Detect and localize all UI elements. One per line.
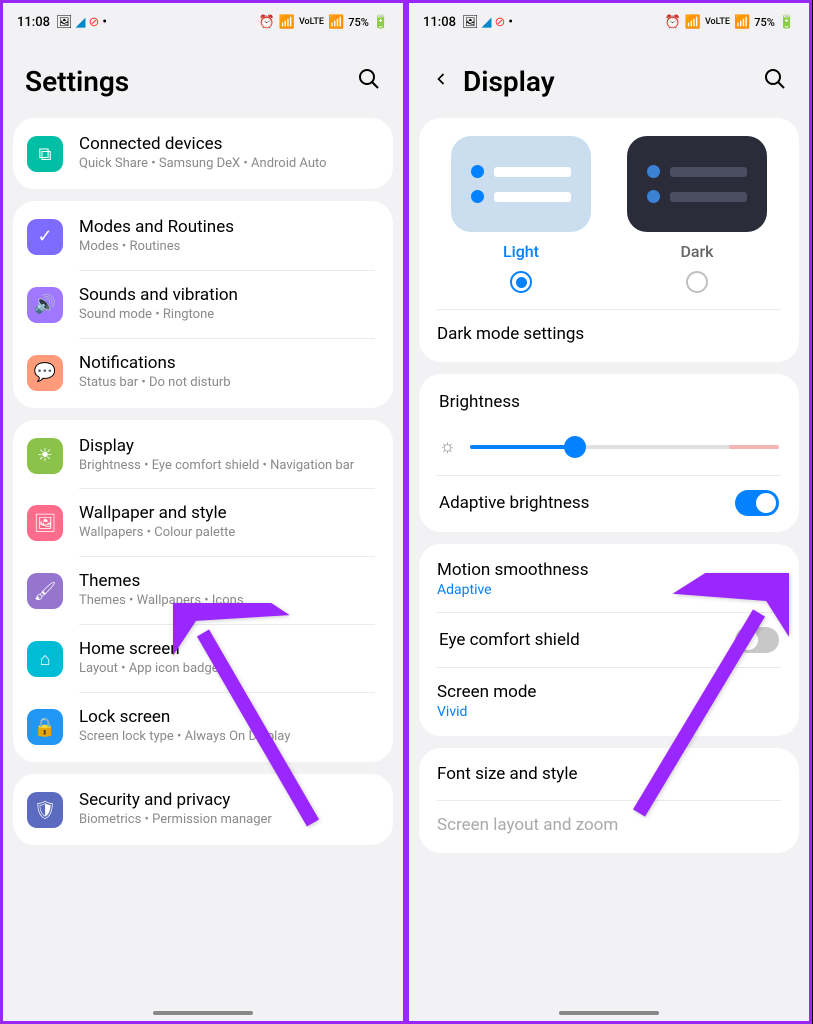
slider-thumb[interactable] <box>564 436 586 458</box>
brightness-slider[interactable] <box>470 445 780 449</box>
status-app-icons: 🖼 ◢ ⊘ • <box>462 15 513 30</box>
item-eye-comfort[interactable]: Eye comfort shield <box>419 613 799 667</box>
item-sounds[interactable]: 🔊 Sounds and vibration Sound mode • Ring… <box>13 271 393 338</box>
status-time: 11:08 <box>17 15 50 30</box>
security-icon: 🛡 <box>27 792 63 828</box>
settings-header: Settings <box>3 35 403 118</box>
item-security[interactable]: 🛡 Security and privacy Biometrics • Perm… <box>13 776 393 843</box>
notifications-icon: 💬 <box>27 355 63 391</box>
status-bar: 11:08 🖼 ◢ ⊘ • ⏰ 📶 VoLTE 📶 75% 🔋 <box>3 3 403 35</box>
battery-icon: 🔋 <box>779 15 795 30</box>
item-wallpaper[interactable]: 🖼 Wallpaper and style Wallpapers • Colou… <box>13 489 393 556</box>
item-motion-smoothness[interactable]: Motion smoothness Adaptive <box>419 546 799 612</box>
sun-icon: ☼ <box>439 436 456 457</box>
brightness-card: Brightness ☼ Adaptive brightness <box>419 374 799 532</box>
status-bar: 11:08 🖼 ◢ ⊘ • ⏰ 📶 VoLTE 📶 75% 🔋 <box>409 3 809 35</box>
nav-handle[interactable] <box>153 1011 253 1015</box>
item-modes-routines[interactable]: ✓ Modes and Routines Modes • Routines <box>13 203 393 270</box>
motion-card: Motion smoothness Adaptive Eye comfort s… <box>419 544 799 736</box>
settings-group-3: ☀ Display Brightness • Eye comfort shiel… <box>13 420 393 762</box>
item-lock-screen[interactable]: 🔒 Lock screen Screen lock type • Always … <box>13 693 393 760</box>
display-header: Display <box>409 35 809 118</box>
theme-card: Light Dark Dark mode settings <box>419 118 799 362</box>
wallpaper-icon: 🖼 <box>27 505 63 541</box>
radio-light[interactable] <box>510 271 532 293</box>
alarm-icon: ⏰ <box>259 15 275 30</box>
status-app-icons: 🖼 ◢ ⊘ • <box>56 15 107 30</box>
connected-devices-icon: ⧉ <box>27 136 63 172</box>
item-screen-mode[interactable]: Screen mode Vivid <box>419 668 799 734</box>
status-left: 11:08 🖼 ◢ ⊘ • <box>17 15 107 30</box>
radio-dark[interactable] <box>686 271 708 293</box>
eye-comfort-switch[interactable] <box>735 627 779 653</box>
modes-icon: ✓ <box>27 219 63 255</box>
status-time: 11:08 <box>423 15 456 30</box>
lock-icon: 🔒 <box>27 709 63 745</box>
page-title: Settings <box>25 65 129 98</box>
alarm-icon: ⏰ <box>665 15 681 30</box>
themes-icon: 🖌 <box>27 573 63 609</box>
settings-list: ⧉ Connected devices Quick Share • Samsun… <box>3 118 403 1005</box>
brightness-label: Brightness <box>419 376 799 428</box>
item-subtitle: Quick Share • Samsung DeX • Android Auto <box>79 156 375 173</box>
phone-right: 11:08 🖼 ◢ ⊘ • ⏰ 📶 VoLTE 📶 75% 🔋 Display <box>406 0 812 1024</box>
item-font-size[interactable]: Font size and style <box>419 750 799 800</box>
item-dark-mode-settings[interactable]: Dark mode settings <box>419 310 799 360</box>
search-icon[interactable] <box>357 67 381 97</box>
item-notifications[interactable]: 💬 Notifications Status bar • Do not dist… <box>13 339 393 406</box>
font-card: Font size and style Screen layout and zo… <box>419 748 799 853</box>
theme-option-light[interactable]: Light <box>439 136 603 293</box>
theme-option-dark[interactable]: Dark <box>615 136 779 293</box>
item-screen-layout[interactable]: Screen layout and zoom <box>419 801 799 851</box>
back-icon[interactable] <box>431 69 451 95</box>
search-icon[interactable] <box>763 67 787 97</box>
brightness-slider-row: ☼ <box>419 428 799 475</box>
theme-picker: Light Dark <box>419 120 799 297</box>
display-icon: ☀ <box>27 438 63 474</box>
dark-label: Dark <box>680 242 713 261</box>
signal-icon: 📶 <box>328 15 344 30</box>
item-display[interactable]: ☀ Display Brightness • Eye comfort shiel… <box>13 422 393 489</box>
light-preview <box>451 136 591 232</box>
item-themes[interactable]: 🖌 Themes Themes • Wallpapers • Icons <box>13 557 393 624</box>
status-left: 11:08 🖼 ◢ ⊘ • <box>423 15 513 30</box>
settings-group-4: 🛡 Security and privacy Biometrics • Perm… <box>13 774 393 845</box>
home-icon: ⌂ <box>27 641 63 677</box>
item-home-screen[interactable]: ⌂ Home screen Layout • App icon badges <box>13 625 393 692</box>
item-connected-devices[interactable]: ⧉ Connected devices Quick Share • Samsun… <box>13 120 393 187</box>
adaptive-brightness-switch[interactable] <box>735 490 779 516</box>
display-content: Light Dark Dark mode settings Brightness <box>409 118 809 1005</box>
phone-left: 11:08 🖼 ◢ ⊘ • ⏰ 📶 VoLTE 📶 75% 🔋 Settings… <box>0 0 406 1024</box>
settings-group-2: ✓ Modes and Routines Modes • Routines 🔊 … <box>13 201 393 408</box>
battery-percent: 75% <box>754 16 775 29</box>
sounds-icon: 🔊 <box>27 287 63 323</box>
wifi-icon: 📶 <box>279 15 295 30</box>
light-label: Light <box>503 242 539 261</box>
battery-icon: 🔋 <box>373 15 389 30</box>
nav-handle[interactable] <box>559 1011 659 1015</box>
item-adaptive-brightness[interactable]: Adaptive brightness <box>419 476 799 530</box>
signal-icon: 📶 <box>734 15 750 30</box>
status-right: ⏰ 📶 VoLTE 📶 75% 🔋 <box>665 15 795 30</box>
wifi-icon: 📶 <box>685 15 701 30</box>
settings-group-1: ⧉ Connected devices Quick Share • Samsun… <box>13 118 393 189</box>
battery-percent: 75% <box>348 16 369 29</box>
volte-indicator: VoLTE <box>299 17 324 27</box>
status-right: ⏰ 📶 VoLTE 📶 75% 🔋 <box>259 15 389 30</box>
item-title: Connected devices <box>79 134 375 154</box>
page-title: Display <box>463 65 555 98</box>
volte-indicator: VoLTE <box>705 17 730 27</box>
dark-preview <box>627 136 767 232</box>
